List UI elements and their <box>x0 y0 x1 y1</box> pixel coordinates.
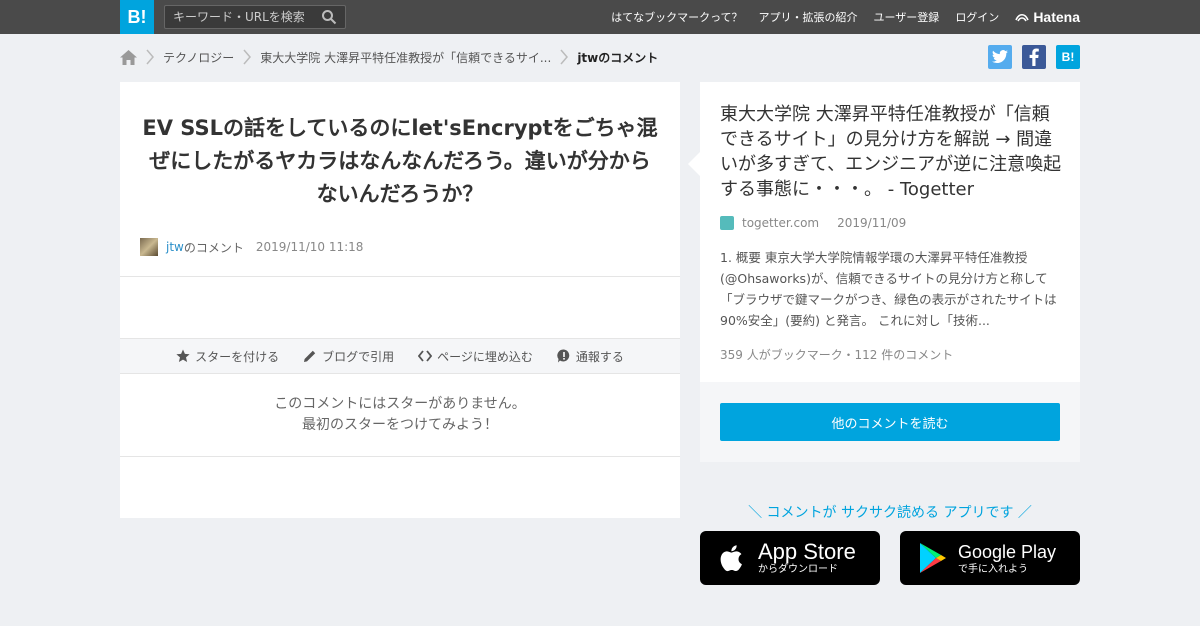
comment-date[interactable]: 2019/11/10 11:18 <box>256 240 364 254</box>
hatena-icon <box>1015 13 1030 22</box>
star-icon <box>176 349 190 362</box>
google-play-icon <box>920 543 946 573</box>
report-label: 通報する <box>575 349 624 364</box>
hatebu-share-button[interactable]: B! <box>1056 45 1080 69</box>
search-box[interactable] <box>164 5 346 29</box>
blog-quote-button[interactable]: ブログで引用 <box>303 348 394 365</box>
card-pointer <box>688 152 700 176</box>
share-buttons: B! <box>988 45 1080 69</box>
app-store-button[interactable]: App Store からダウンロード <box>700 531 880 585</box>
comment-meta: jtw のコメント 2019/11/10 11:18 <box>140 238 363 256</box>
search-input[interactable] <box>165 6 315 28</box>
entry-card: 東大大学院 大澤昇平特任准教授が「信頼できるサイト」の見分け方を解説 → 間違い… <box>700 82 1080 382</box>
entry-meta: togetter.com 2019/11/09 <box>720 216 906 230</box>
nav-apps[interactable]: アプリ・拡張の紹介 <box>759 9 858 25</box>
entry-date: 2019/11/09 <box>837 216 907 230</box>
report-icon <box>557 349 570 363</box>
embed-label: ページに埋め込む <box>437 349 533 364</box>
first-star-line: 最初のスターをつけてみよう！ <box>302 417 498 433</box>
home-icon[interactable] <box>120 49 137 65</box>
nav-login[interactable]: ログイン <box>955 9 999 25</box>
apple-icon <box>720 545 742 572</box>
chevron-right-icon <box>146 49 154 65</box>
app-promo-text: ＼ コメントが サクサク読める アプリです ／ <box>748 505 1032 521</box>
add-star-label: スターを付ける <box>195 349 280 364</box>
google-play-name: Google Play <box>958 542 1057 562</box>
top-bar: B! はてなブックマークって？ アプリ・拡張の紹介 ユーザー登録 ログイン Ha… <box>0 0 1200 34</box>
entry-title-link[interactable]: 東大大学院 大澤昇平特任准教授が「信頼できるサイト」の見分け方を解説 → 間違い… <box>720 102 1062 202</box>
breadcrumb-entry[interactable]: 東大大学院 大澤昇平特任准教授が「信頼できるサイ... <box>260 49 551 66</box>
breadcrumb: テクノロジー 東大大学院 大澤昇平特任准教授が「信頼できるサイ... jtwのコ… <box>120 46 658 68</box>
read-other-comments-button[interactable]: 他のコメントを読む <box>720 403 1060 441</box>
hatena-brand-label: Hatena <box>1033 9 1080 25</box>
comment-card: EV SSLの話をしているのにlet'sEncryptをごちゃ混ぜにしたがるヤカ… <box>120 82 680 518</box>
entry-card-footer: 他のコメントを読む <box>700 382 1080 462</box>
chevron-right-icon <box>560 49 569 65</box>
breadcrumb-current: jtwのコメント <box>577 50 659 65</box>
embed-button[interactable]: ページに埋め込む <box>418 348 533 365</box>
comment-user-suffix: のコメント <box>183 240 244 255</box>
bookmark-counts[interactable]: 359 人がブックマーク・112 件のコメント <box>720 346 953 363</box>
blog-quote-label: ブログで引用 <box>322 349 395 364</box>
twitter-icon <box>992 50 1008 64</box>
add-star-button[interactable]: スターを付ける <box>176 348 279 365</box>
facebook-share-button[interactable] <box>1022 45 1046 69</box>
site-favicon-icon <box>720 216 734 230</box>
comment-user-link[interactable]: jtw <box>166 240 184 254</box>
facebook-icon <box>1029 48 1039 66</box>
comment-actions: スターを付ける ブログで引用 ページに埋め込む 通報する <box>120 338 680 374</box>
entry-summary: 1. 概要 東京大学大学院情報学環の大澤昇平特任准教授(@Ohsaworks)が… <box>720 250 1057 328</box>
twitter-share-button[interactable] <box>988 45 1012 69</box>
chevron-right-icon <box>243 49 252 65</box>
google-play-button[interactable]: Google Play で手に入れよう <box>900 531 1080 585</box>
no-star-message: このコメントにはスターがありません。 最初のスターをつけてみよう！ <box>120 394 680 436</box>
app-store-name: App Store <box>758 539 856 564</box>
search-icon[interactable] <box>321 9 337 25</box>
nav-signup[interactable]: ユーザー登録 <box>874 9 940 25</box>
divider <box>120 456 680 457</box>
entry-domain[interactable]: togetter.com <box>742 216 819 230</box>
avatar[interactable] <box>140 238 158 256</box>
breadcrumb-category[interactable]: テクノロジー <box>163 49 234 66</box>
divider <box>120 276 680 277</box>
pencil-icon <box>304 350 316 362</box>
nav-about[interactable]: はてなブックマークって？ <box>611 9 742 25</box>
comment-text: EV SSLの話をしているのにlet'sEncryptをごちゃ混ぜにしたがるヤカ… <box>142 116 658 206</box>
app-store-sub: からダウンロード <box>758 564 838 575</box>
no-star-line: このコメントにはスターがありません。 <box>274 396 526 412</box>
google-play-sub: で手に入れよう <box>958 564 1028 575</box>
code-icon <box>418 350 433 362</box>
hatebu-logo[interactable]: B! <box>120 0 154 34</box>
hatena-brand[interactable]: Hatena <box>1015 9 1080 25</box>
page-bottom-edge <box>0 626 1200 630</box>
top-nav: はてなブックマークって？ アプリ・拡張の紹介 ユーザー登録 ログイン Haten… <box>611 0 1080 34</box>
report-button[interactable]: 通報する <box>557 348 624 365</box>
